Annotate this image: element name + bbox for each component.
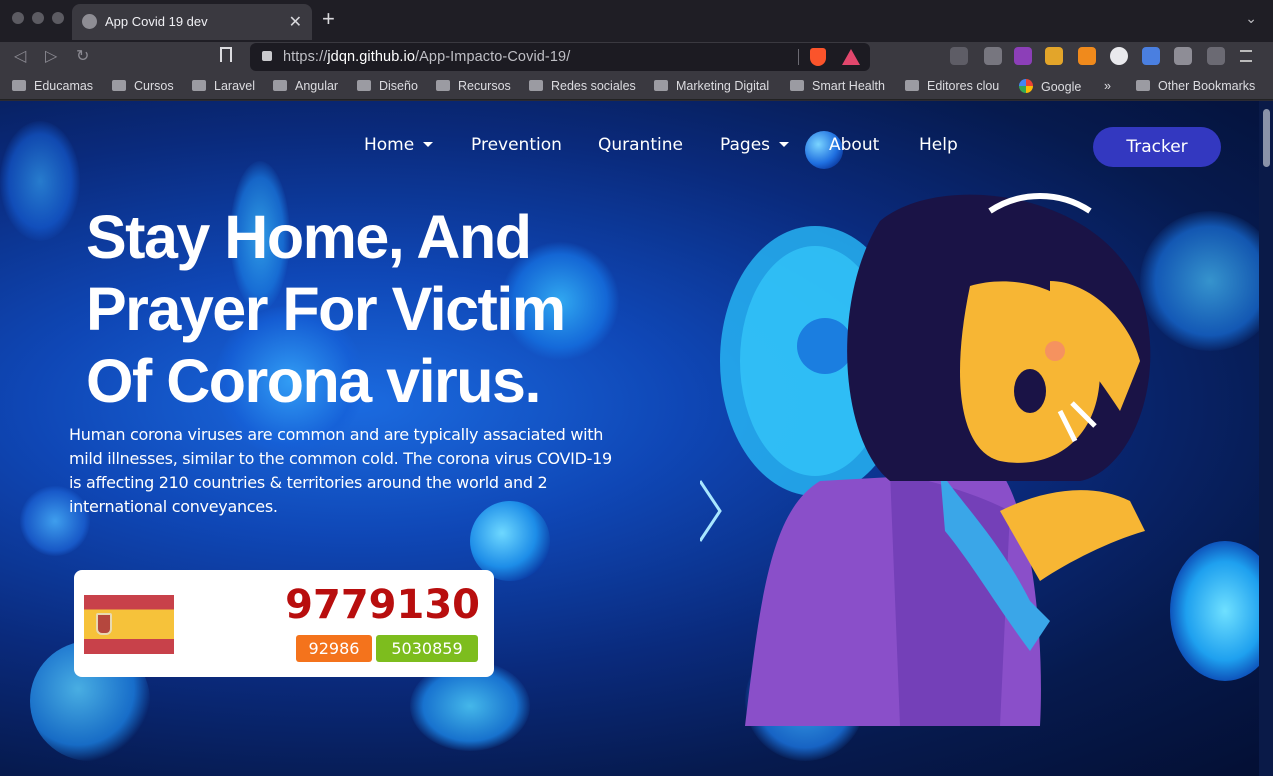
hero-title-line: Prayer For Victim [86,275,566,343]
tab-close-icon[interactable]: ✕ [289,12,302,32]
hero-title: Stay Home, And Prayer For Victim Of Coro… [86,201,646,417]
menu-icon[interactable] [1240,50,1252,62]
google-icon [1019,79,1033,93]
bookmark-icon[interactable] [220,47,232,62]
scrollbar-thumb[interactable] [1263,109,1270,167]
bookmark-folder[interactable]: Editores clou [905,79,999,93]
translate-extension-icon[interactable] [950,47,968,65]
folder-icon [529,80,543,91]
folder-icon [273,80,287,91]
folder-icon [905,80,919,91]
wallet-icon[interactable] [1207,47,1225,65]
nav-pages[interactable]: Pages [720,135,790,155]
close-window-button[interactable] [12,12,24,24]
total-cases-count: 9779130 [285,582,480,628]
code-extension-icon[interactable] [1014,47,1032,65]
nav-about[interactable]: About [829,135,879,155]
browser-toolbar: ◁ ▷ ↻ https://jdqn.github.io/App-Impacto… [0,42,1273,74]
chevron-down-icon [423,142,434,147]
pen-extension-icon[interactable] [984,47,1002,65]
folder-icon [654,80,668,91]
forward-button[interactable]: ▷ [45,46,57,66]
tab-bar: App Covid 19 dev ✕ + ⌄ [0,0,1273,42]
reload-button[interactable]: ↻ [76,46,89,66]
git-extension-icon[interactable] [1078,47,1096,65]
folder-icon [357,80,371,91]
minimize-window-button[interactable] [32,12,44,24]
face-extension-icon[interactable] [1110,47,1128,65]
nav-home[interactable]: Home [364,135,434,155]
folder-icon [436,80,450,91]
recovered-badge: 5030859 [376,635,478,662]
folder-icon [1136,80,1150,91]
bookmarks-bar: Educamas Cursos Laravel Angular Diseño R… [0,74,1273,100]
bookmarks-overflow-button[interactable]: » [1104,79,1111,93]
bookmark-folder[interactable]: Recursos [436,79,511,93]
google-translate-icon[interactable] [1142,47,1160,65]
tab-list-chevron-icon[interactable]: ⌄ [1245,10,1257,27]
nav-help[interactable]: Help [919,135,958,155]
url-text[interactable]: https://jdqn.github.io/App-Impacto-Covid… [283,49,570,65]
hero-title-line: Stay Home, And [86,203,532,271]
bookmark-folder[interactable]: Cursos [112,79,174,93]
deaths-badge: 92986 [296,635,372,662]
page-scrollbar[interactable] [1259,101,1273,776]
browser-tab-active[interactable]: App Covid 19 dev ✕ [72,4,312,40]
color-extension-icon[interactable] [1045,47,1063,65]
other-bookmarks[interactable]: Other Bookmarks [1136,79,1255,93]
coughing-woman-illustration [698,181,1260,776]
address-bar[interactable]: https://jdqn.github.io/App-Impacto-Covid… [250,43,870,71]
folder-icon [790,80,804,91]
spain-flag-icon [84,595,174,654]
new-tab-button[interactable]: + [322,8,335,30]
bookmark-folder[interactable]: Angular [273,79,338,93]
page-viewport: Home Prevention Qurantine Pages About He… [0,101,1273,776]
tracker-button[interactable]: Tracker [1093,127,1221,167]
brave-rewards-icon[interactable] [842,49,860,65]
lock-icon [262,51,272,61]
bookmark-folder[interactable]: Smart Health [790,79,885,93]
bookmark-folder[interactable]: Diseño [357,79,418,93]
hero-description: Human corona viruses are common and are … [69,425,612,516]
bookmark-google[interactable]: Google [1019,79,1081,94]
url-divider [798,49,799,65]
globe-icon [82,14,97,29]
country-stats-card: 9779130 92986 5030859 [74,570,494,677]
nav-prevention[interactable]: Prevention [471,135,562,155]
bookmark-folder[interactable]: Marketing Digital [654,79,769,93]
bookmark-folder[interactable]: Laravel [192,79,255,93]
back-button[interactable]: ◁ [14,46,26,66]
folder-icon [192,80,206,91]
folder-icon [12,80,26,91]
hero-title-line: Of Corona virus. [86,347,541,415]
bookmark-folder[interactable]: Educamas [12,79,93,93]
coat-of-arms-icon [96,613,112,635]
brave-shields-icon[interactable] [810,48,826,66]
extensions-puzzle-icon[interactable] [1174,47,1192,65]
chevron-down-icon [779,142,790,147]
main-navigation: Home Prevention Qurantine Pages About He… [0,101,1260,191]
zoom-window-button[interactable] [52,12,64,24]
tab-title: App Covid 19 dev [105,14,208,29]
nav-quarantine[interactable]: Qurantine [598,135,683,155]
folder-icon [112,80,126,91]
bookmark-folder[interactable]: Redes sociales [529,79,636,93]
